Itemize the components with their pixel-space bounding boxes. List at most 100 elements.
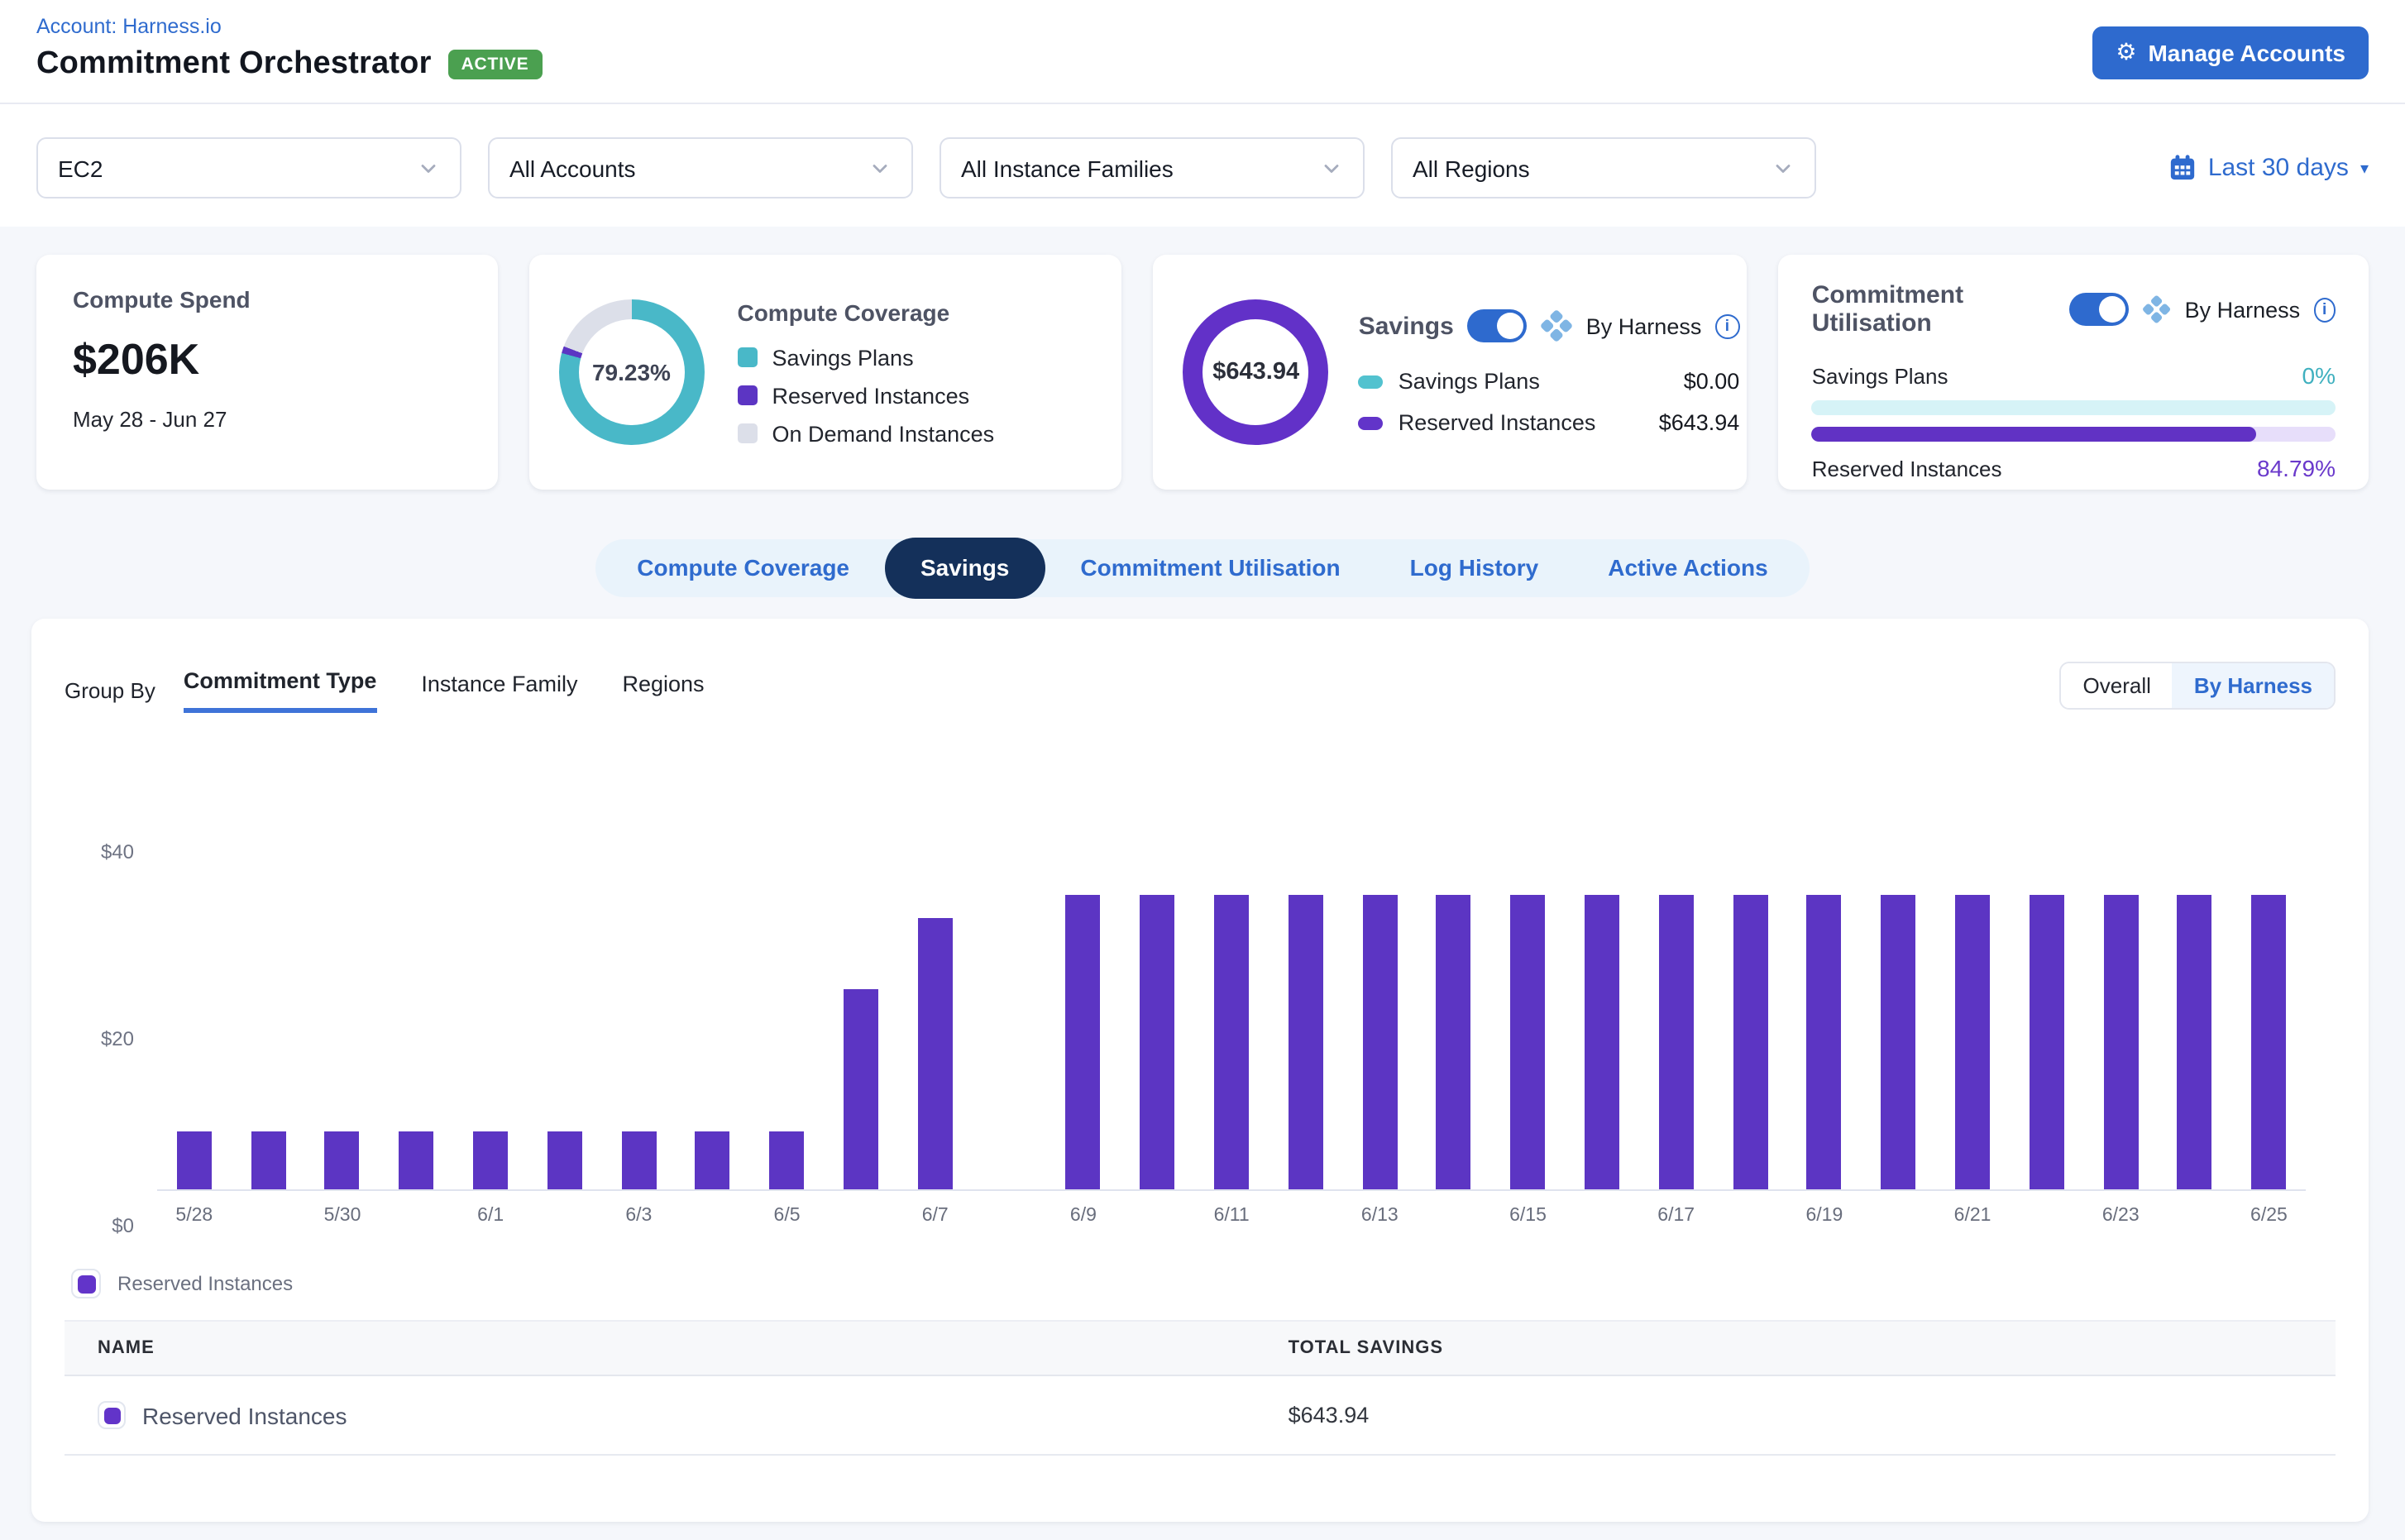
view-by-harness[interactable]: By Harness <box>2173 663 2334 708</box>
accounts-select[interactable]: All Accounts <box>488 137 913 198</box>
x-tick-label: 6/19 <box>1787 1206 1862 1226</box>
tab-commitment-utilisation[interactable]: Commitment Utilisation <box>1045 539 1375 597</box>
chart-bar[interactable] <box>1733 894 1767 1189</box>
chart-bar[interactable] <box>547 1131 582 1189</box>
savings-panel: Group By Commitment Type Instance Family… <box>31 619 2369 1522</box>
chart-bar-slot <box>232 786 306 1189</box>
group-tab-commitment-type[interactable]: Commitment Type <box>184 668 377 713</box>
by-harness-toggle[interactable] <box>1467 309 1527 342</box>
x-tick-label: 6/17 <box>1639 1206 1714 1226</box>
service-select-value: EC2 <box>58 155 103 181</box>
x-axis: 5/285/306/16/36/56/76/96/116/136/156/176… <box>157 1206 2306 1226</box>
manage-accounts-button[interactable]: ⚙ Manage Accounts <box>2092 26 2369 79</box>
group-tab-regions[interactable]: Regions <box>622 671 704 710</box>
reserved-instances-checkbox[interactable] <box>71 1269 101 1298</box>
commitment-utilisation-title: Commitment Utilisation <box>1812 281 2057 337</box>
accounts-select-value: All Accounts <box>509 155 636 181</box>
chart-bar[interactable] <box>1140 894 1175 1189</box>
y-tick: $0 <box>112 1214 134 1237</box>
chart-bar[interactable] <box>844 989 878 1189</box>
tab-active-actions[interactable]: Active Actions <box>1573 539 1802 597</box>
chart-bar[interactable] <box>2030 894 2064 1189</box>
chart-bar-slot <box>2083 786 2158 1189</box>
x-tick-label <box>1121 1206 1195 1226</box>
chevron-down-icon <box>1771 156 1795 179</box>
by-harness-label: By Harness <box>1586 313 1702 338</box>
chart-bar-slot <box>1121 786 1195 1189</box>
chart-bar[interactable] <box>1437 894 1471 1189</box>
chart-bar-slot <box>898 786 973 1189</box>
x-tick-label: 6/25 <box>2232 1206 2307 1226</box>
chart-bar[interactable] <box>770 1131 805 1189</box>
group-tab-instance-family[interactable]: Instance Family <box>421 671 577 710</box>
x-tick-label: 6/21 <box>1935 1206 2010 1226</box>
status-badge: ACTIVE <box>448 50 543 79</box>
savings-plans-utilisation-bar <box>1812 400 2336 415</box>
savings-row-label: Savings Plans <box>1399 369 1540 394</box>
harness-logo-icon <box>2142 293 2171 326</box>
chart-bar[interactable] <box>1807 894 1842 1189</box>
savings-title: Savings <box>1359 312 1454 340</box>
utilisation-row: Reserved Instances 84.79% <box>1812 455 2336 481</box>
legend-item: Reserved Instances <box>737 383 1092 408</box>
chart-bar[interactable] <box>399 1131 434 1189</box>
coverage-donut-chart: 79.23% <box>558 299 704 445</box>
account-link[interactable]: Account: Harness.io <box>36 15 2369 38</box>
checkbox-fill <box>103 1407 120 1423</box>
chart-bar[interactable] <box>473 1131 508 1189</box>
compute-coverage-title: Compute Coverage <box>737 299 1092 325</box>
chart-bar[interactable] <box>325 1131 360 1189</box>
by-harness-toggle[interactable] <box>2069 293 2129 326</box>
gear-icon: ⚙ <box>2116 41 2136 65</box>
tab-compute-coverage[interactable]: Compute Coverage <box>602 539 884 597</box>
chart-bar[interactable] <box>1066 894 1101 1189</box>
chart-bar-slot <box>1269 786 1343 1189</box>
chart-bar[interactable] <box>1510 894 1545 1189</box>
chart-bar[interactable] <box>621 1131 656 1189</box>
compute-spend-title: Compute Spend <box>73 286 461 313</box>
chart-bar-slot <box>528 786 602 1189</box>
chart-bar-slot <box>1565 786 1639 1189</box>
chevron-down-icon <box>417 156 440 179</box>
chart-bar[interactable] <box>1659 894 1694 1189</box>
toggle-knob <box>2099 296 2125 323</box>
reserved-instances-swatch <box>737 385 757 405</box>
chart-bar[interactable] <box>1362 894 1397 1189</box>
x-tick-label <box>528 1206 602 1226</box>
utilisation-row-label: Reserved Instances <box>1812 456 2002 481</box>
chart-bar[interactable] <box>2178 894 2212 1189</box>
chart-bar[interactable] <box>918 918 953 1189</box>
chart-bar-slot <box>824 786 898 1189</box>
x-tick-label <box>1269 1206 1343 1226</box>
info-icon[interactable]: i <box>2313 297 2336 322</box>
utilisation-row-percent: 84.79% <box>2257 455 2336 481</box>
row-checkbox[interactable] <box>98 1401 126 1429</box>
chart-bar[interactable] <box>1585 894 1619 1189</box>
compute-coverage-card: 79.23% Compute Coverage Savings Plans Re… <box>528 255 1121 490</box>
savings-row: Reserved Instances $643.94 <box>1359 410 1740 435</box>
view-overall[interactable]: Overall <box>2062 663 2173 708</box>
summary-cards: Compute Spend $206K May 28 - Jun 27 79.2… <box>0 227 2405 490</box>
regions-select[interactable]: All Regions <box>1391 137 1816 198</box>
chart-bar[interactable] <box>1881 894 1915 1189</box>
service-select[interactable]: EC2 <box>36 137 461 198</box>
chart-bar-slot <box>1862 786 1936 1189</box>
tab-log-history[interactable]: Log History <box>1375 539 1574 597</box>
info-icon[interactable]: i <box>1714 313 1739 338</box>
chart-bar[interactable] <box>2103 894 2138 1189</box>
tab-savings[interactable]: Savings <box>884 538 1045 599</box>
chart-bar[interactable] <box>1955 894 1990 1189</box>
view-segmented-control: Overall By Harness <box>2060 662 2336 710</box>
instance-families-select[interactable]: All Instance Families <box>940 137 1365 198</box>
chart-bar[interactable] <box>1214 894 1249 1189</box>
chart-bar[interactable] <box>2251 894 2286 1189</box>
chart-bar[interactable] <box>251 1131 285 1189</box>
chart-bar[interactable] <box>696 1131 730 1189</box>
date-range-picker[interactable]: Last 30 days ▾ <box>2168 154 2369 182</box>
x-tick-label: 6/3 <box>602 1206 677 1226</box>
chart-bar-slot <box>1046 786 1121 1189</box>
chart-bar[interactable] <box>177 1131 212 1189</box>
savings-row-label: Reserved Instances <box>1399 410 1596 435</box>
chart-bar[interactable] <box>1289 894 1323 1189</box>
table-row[interactable]: Reserved Instances $643.94 <box>65 1376 2336 1456</box>
